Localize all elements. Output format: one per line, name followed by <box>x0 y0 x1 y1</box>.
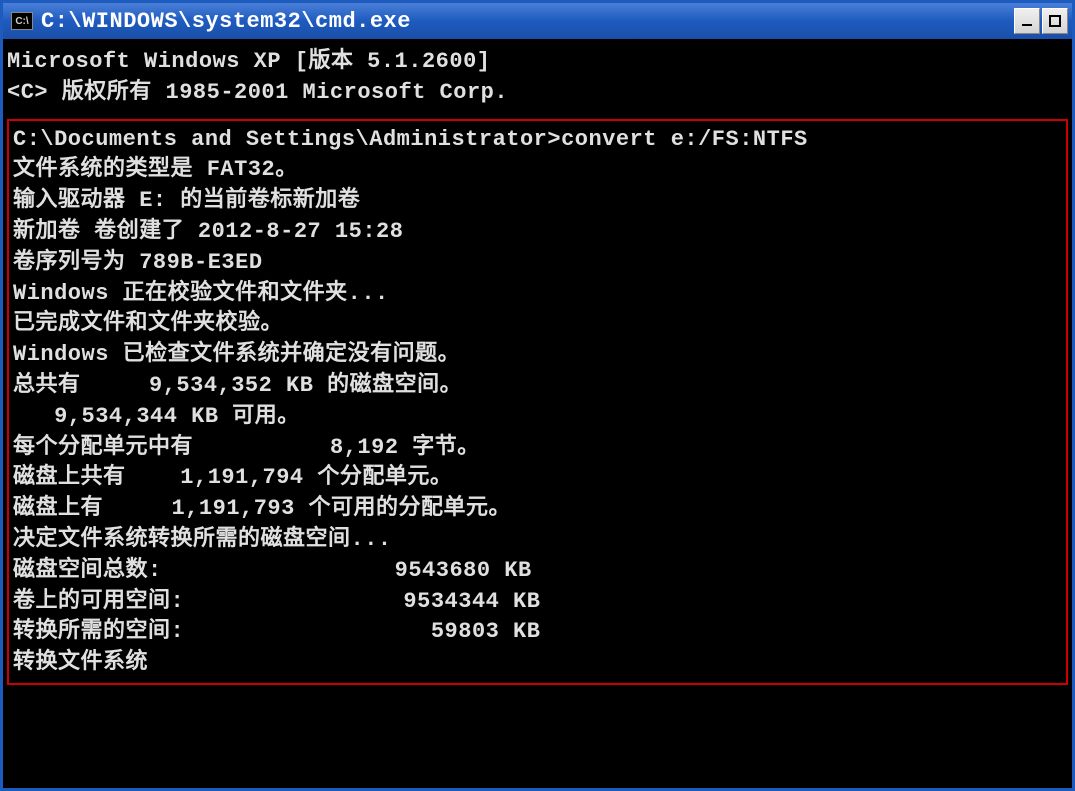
header-line-2: <C> 版权所有 1985-2001 Microsoft Corp. <box>7 78 1068 109</box>
output-line: Windows 正在校验文件和文件夹... <box>13 279 1062 310</box>
terminal-area[interactable]: Microsoft Windows XP [版本 5.1.2600] <C> 版… <box>3 39 1072 788</box>
output-line: 新加卷 卷创建了 2012-8-27 15:28 <box>13 217 1062 248</box>
window-title: C:\WINDOWS\system32\cmd.exe <box>41 9 411 34</box>
output-line: 转换所需的空间: 59803 KB <box>13 617 1062 648</box>
output-line: 已完成文件和文件夹校验。 <box>13 309 1062 340</box>
titlebar-left: C:\ C:\WINDOWS\system32\cmd.exe <box>11 9 411 34</box>
output-line: 磁盘上共有 1,191,794 个分配单元。 <box>13 463 1062 494</box>
output-line: 磁盘上有 1,191,793 个可用的分配单元。 <box>13 494 1062 525</box>
output-line: 卷序列号为 789B-E3ED <box>13 248 1062 279</box>
output-line: 卷上的可用空间: 9534344 KB <box>13 587 1062 618</box>
cmd-icon: C:\ <box>11 12 33 30</box>
output-line: 总共有 9,534,352 KB 的磁盘空间。 <box>13 371 1062 402</box>
header-line-1: Microsoft Windows XP [版本 5.1.2600] <box>7 47 1068 78</box>
output-line: 9,534,344 KB 可用。 <box>13 402 1062 433</box>
titlebar[interactable]: C:\ C:\WINDOWS\system32\cmd.exe <box>3 3 1072 39</box>
output-line: 磁盘空间总数: 9543680 KB <box>13 556 1062 587</box>
highlight-box: C:\Documents and Settings\Administrator>… <box>7 119 1068 685</box>
titlebar-buttons <box>1014 8 1068 34</box>
output-line: Windows 已检查文件系统并确定没有问题。 <box>13 340 1062 371</box>
command-line: C:\Documents and Settings\Administrator>… <box>13 125 1062 156</box>
output-line: 文件系统的类型是 FAT32。 <box>13 155 1062 186</box>
output-line: 输入驱动器 E: 的当前卷标新加卷 <box>13 186 1062 217</box>
cmd-window: C:\ C:\WINDOWS\system32\cmd.exe Microsof… <box>0 0 1075 791</box>
maximize-button[interactable] <box>1042 8 1068 34</box>
output-line: 每个分配单元中有 8,192 字节。 <box>13 433 1062 464</box>
minimize-icon <box>1020 14 1034 28</box>
minimize-button[interactable] <box>1014 8 1040 34</box>
output-line: 决定文件系统转换所需的磁盘空间... <box>13 525 1062 556</box>
output-line: 转换文件系统 <box>13 648 1062 679</box>
maximize-icon <box>1048 14 1062 28</box>
